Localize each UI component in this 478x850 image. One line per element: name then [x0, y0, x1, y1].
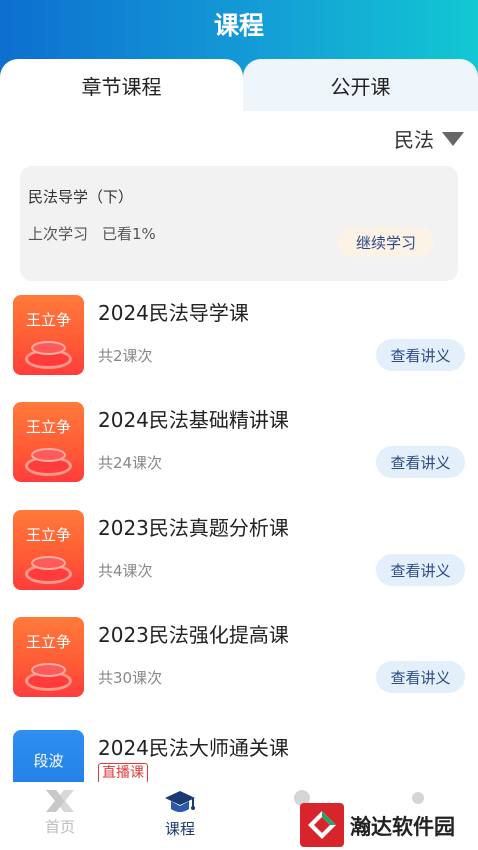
- view-notes-button[interactable]: 查看讲义: [376, 554, 465, 586]
- last-study-progress: 已看1%: [102, 225, 156, 243]
- teacher-name: 王立争: [25, 311, 71, 329]
- course-item[interactable]: 王立争 2023民法强化提高课 共30课次 查看讲义: [0, 617, 478, 717]
- graduation-cap-icon: [165, 791, 195, 812]
- course-title: 2024民法大师通关课: [98, 736, 289, 760]
- nav-home[interactable]: 首页: [20, 788, 100, 837]
- watermark: 瀚达软件园: [300, 803, 476, 847]
- course-title: 2023民法真题分析课: [98, 516, 289, 540]
- view-notes-button[interactable]: 查看讲义: [376, 446, 465, 478]
- last-study-title: 民法导学（下）: [28, 188, 134, 206]
- course-title: 2024民法导学课: [98, 301, 249, 325]
- subject-selector[interactable]: 民法: [394, 124, 464, 153]
- teacher-name: 段波: [33, 752, 64, 770]
- view-notes-button[interactable]: 查看讲义: [376, 661, 465, 693]
- course-thumbnail: 王立争: [13, 295, 84, 375]
- course-lesson-count: 共4课次: [98, 562, 153, 580]
- view-notes-button[interactable]: 查看讲义: [376, 339, 465, 371]
- watermark-logo-icon: [300, 803, 344, 847]
- course-lesson-count: 共30课次: [98, 669, 163, 687]
- app-root: 课程 章节课程 公开课 民法 民法导学（下） 上次学习 已看1% 继续学习 王立…: [0, 0, 478, 850]
- podium-decoration-top: [31, 663, 66, 677]
- course-title: 2023民法强化提高课: [98, 623, 289, 647]
- nav-course[interactable]: 课程: [140, 788, 220, 839]
- course-thumbnail: 王立争: [13, 510, 84, 590]
- course-title: 2024民法基础精讲课: [98, 408, 289, 432]
- tab-chapter-courses[interactable]: 章节课程: [0, 59, 243, 111]
- course-item[interactable]: 王立争 2024民法基础精讲课 共24课次 查看讲义: [0, 402, 478, 502]
- last-study-info: 上次学习 已看1%: [28, 223, 156, 244]
- podium-decoration-top: [31, 448, 66, 462]
- podium-decoration-top: [31, 556, 66, 570]
- tab-public-courses[interactable]: 公开课: [243, 59, 478, 111]
- teacher-name: 王立争: [25, 526, 71, 544]
- nav-home-label: 首页: [44, 818, 75, 836]
- course-item[interactable]: 王立争 2024民法导学课 共2课次 查看讲义: [0, 295, 478, 395]
- last-study-card[interactable]: 民法导学（下） 上次学习 已看1% 继续学习: [20, 166, 458, 281]
- course-thumbnail: 王立争: [13, 617, 84, 697]
- podium-decoration-top: [31, 341, 66, 355]
- dropdown-triangle-icon: [442, 131, 464, 146]
- live-badge: 直播课: [98, 763, 148, 784]
- teacher-name: 王立争: [25, 633, 71, 651]
- page-title: 课程: [213, 11, 264, 40]
- nav-course-label: 课程: [164, 820, 195, 838]
- course-lesson-count: 共2课次: [98, 347, 153, 365]
- last-study-label: 上次学习: [28, 225, 89, 243]
- course-lesson-count: 共24课次: [98, 454, 163, 472]
- teacher-name: 王立争: [25, 418, 71, 436]
- watermark-text: 瀚达软件园: [350, 814, 455, 839]
- course-item[interactable]: 王立争 2023民法真题分析课 共4课次 查看讲义: [0, 510, 478, 610]
- home-x-icon: [46, 790, 74, 812]
- subject-label: 民法: [394, 128, 434, 152]
- course-thumbnail: 王立争: [13, 402, 84, 482]
- continue-study-button[interactable]: 继续学习: [338, 227, 434, 257]
